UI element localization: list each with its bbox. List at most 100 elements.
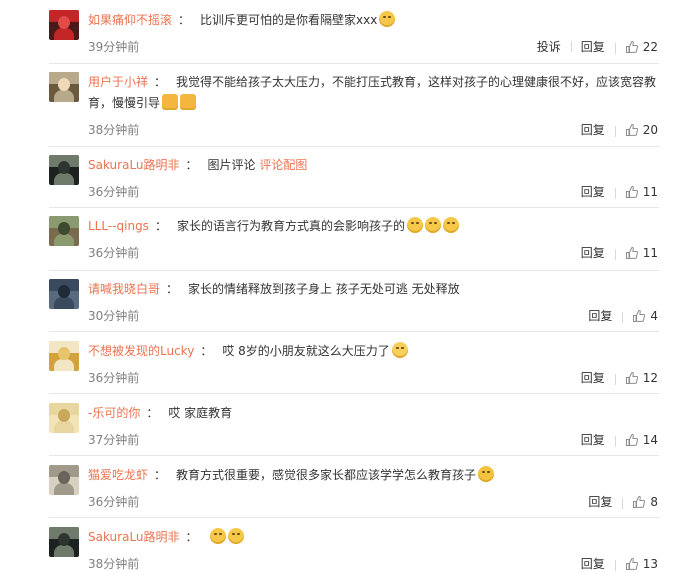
like-button[interactable]: 11 [614,185,658,199]
avatar[interactable] [49,10,79,40]
comment-list: 如果痛仰不摇滚 ： 比训斥更可怕的是你看隔壁家xxx 39分钟前 投诉 回复 22 用户于小祥… [0,0,688,572]
divider [49,455,659,456]
like-button[interactable]: 11 [614,245,658,260]
like-count: 11 [642,245,658,260]
colon: ： [154,468,167,482]
divider [49,207,659,208]
thumbs-up-icon [625,40,638,53]
avatar[interactable] [49,341,79,371]
comment-text: SakuraLu路明非 ： [88,527,658,548]
reply-button[interactable]: 回复 [570,38,615,55]
avatar-body [54,545,74,557]
avatar[interactable] [49,527,79,557]
avatar-head [58,161,70,174]
comment-body: 哎 8岁的小朋友就这么大压力了 [222,344,390,358]
like-count: 8 [650,494,658,509]
reply-button[interactable]: 回复 [571,555,615,572]
reply-button[interactable]: 回复 [571,244,615,261]
avatar-body [54,234,74,246]
reply-button[interactable]: 回复 [571,369,615,386]
colon: ： [154,75,167,89]
emoji-think-icon [227,528,244,544]
like-button[interactable]: 20 [614,123,658,137]
like-button[interactable]: 4 [622,309,658,323]
thumbs-up-icon [625,185,638,198]
username-link[interactable]: 用户于小祥 [88,75,148,89]
avatar-head [58,222,70,235]
like-button[interactable]: 14 [614,433,658,447]
reply-button[interactable]: 回复 [571,183,615,200]
username-link[interactable]: 不想被发现的Lucky [88,344,194,358]
reply-button[interactable]: 回复 [578,493,622,510]
divider [49,270,659,271]
username-link[interactable]: 请喊我晓白哥 [88,282,160,296]
colon: ： [178,13,191,27]
comment-body: 图片评论 [207,158,260,172]
avatar-body [54,90,74,102]
thumbs-up-icon [625,433,638,446]
avatar[interactable] [49,72,79,102]
comment-actions: 回复 11 [571,183,658,200]
thumbs-up-icon [633,309,646,322]
avatar-body [54,28,74,40]
divider [49,393,659,394]
timestamp: 39分钟前 [88,40,140,54]
avatar-head [58,471,70,484]
avatar[interactable] [49,155,79,185]
emoji-think-icon [406,217,423,233]
reply-button[interactable]: 回复 [571,121,615,138]
avatar-body [54,483,74,495]
emoji-think-icon [424,217,441,233]
avatar[interactable] [49,279,79,309]
comment-body: 家长的语言行为教育方式真的会影响孩子的 [176,219,405,233]
username-link[interactable]: -乐可的你 [88,406,140,420]
like-count: 13 [642,556,658,571]
username-link[interactable]: SakuraLu路明非 [88,158,180,172]
colon: ： [185,158,198,172]
username-link[interactable]: 如果痛仰不摇滚 [88,13,172,27]
image-comment-link[interactable]: 评论配图 [259,158,307,172]
like-button[interactable]: 8 [622,495,658,509]
username-link[interactable]: SakuraLu路明非 [88,530,180,544]
colon: ： [200,344,213,358]
like-button[interactable]: 13 [614,556,658,571]
comment-actions: 回复 8 [578,493,658,510]
reply-button[interactable]: 回复 [571,431,615,448]
avatar-head [58,16,70,29]
comment-text: 猫爱吃龙虾 ： 教育方式很重要，感觉很多家长都应该学学怎么教育孩子 [88,465,658,486]
avatar-body [54,173,74,185]
comment-actions: 回复 12 [571,369,658,386]
avatar[interactable] [49,216,79,246]
comment-text: 如果痛仰不摇滚 ： 比训斥更可怕的是你看隔壁家xxx [88,10,658,31]
username-link[interactable]: 猫爱吃龙虾 [88,468,148,482]
emoji-pray-icon [162,94,179,110]
colon: ： [185,530,198,544]
thumbs-up-icon [625,371,638,384]
avatar-head [58,533,70,546]
like-button[interactable]: 12 [614,371,658,385]
emoji-cry-icon [391,342,408,358]
comment-body: 家长的情绪释放到孩子身上 孩子无处可逃 无处释放 [188,282,460,296]
comment-text: 用户于小祥：我觉得不能给孩子太大压力，不能打压式教育，这样对孩子的心理健康很不好… [88,72,658,114]
timestamp: 36分钟前 [88,371,140,385]
comment-actions: 回复 14 [571,431,658,448]
comment-body: 教育方式很重要，感觉很多家长都应该学学怎么教育孩子 [176,468,477,482]
divider [49,146,659,147]
comment-actions: 回复 4 [578,307,658,324]
thumbs-up-icon [625,246,638,259]
emoji-laugh-icon [478,466,495,482]
emoji-think-icon [442,217,459,233]
like-button[interactable]: 22 [614,40,658,54]
divider [49,63,659,64]
username-link[interactable]: LLL--qings [88,219,149,233]
avatar-head [58,409,70,422]
avatar-body [54,297,74,309]
timestamp: 36分钟前 [88,246,140,260]
thumbs-up-icon [633,495,646,508]
avatar[interactable] [49,403,79,433]
avatar[interactable] [49,465,79,495]
comment-actions: 投诉 回复 22 [527,38,658,55]
reply-button[interactable]: 回复 [578,307,622,324]
report-button[interactable]: 投诉 [527,38,571,55]
thumbs-up-icon [625,123,638,136]
